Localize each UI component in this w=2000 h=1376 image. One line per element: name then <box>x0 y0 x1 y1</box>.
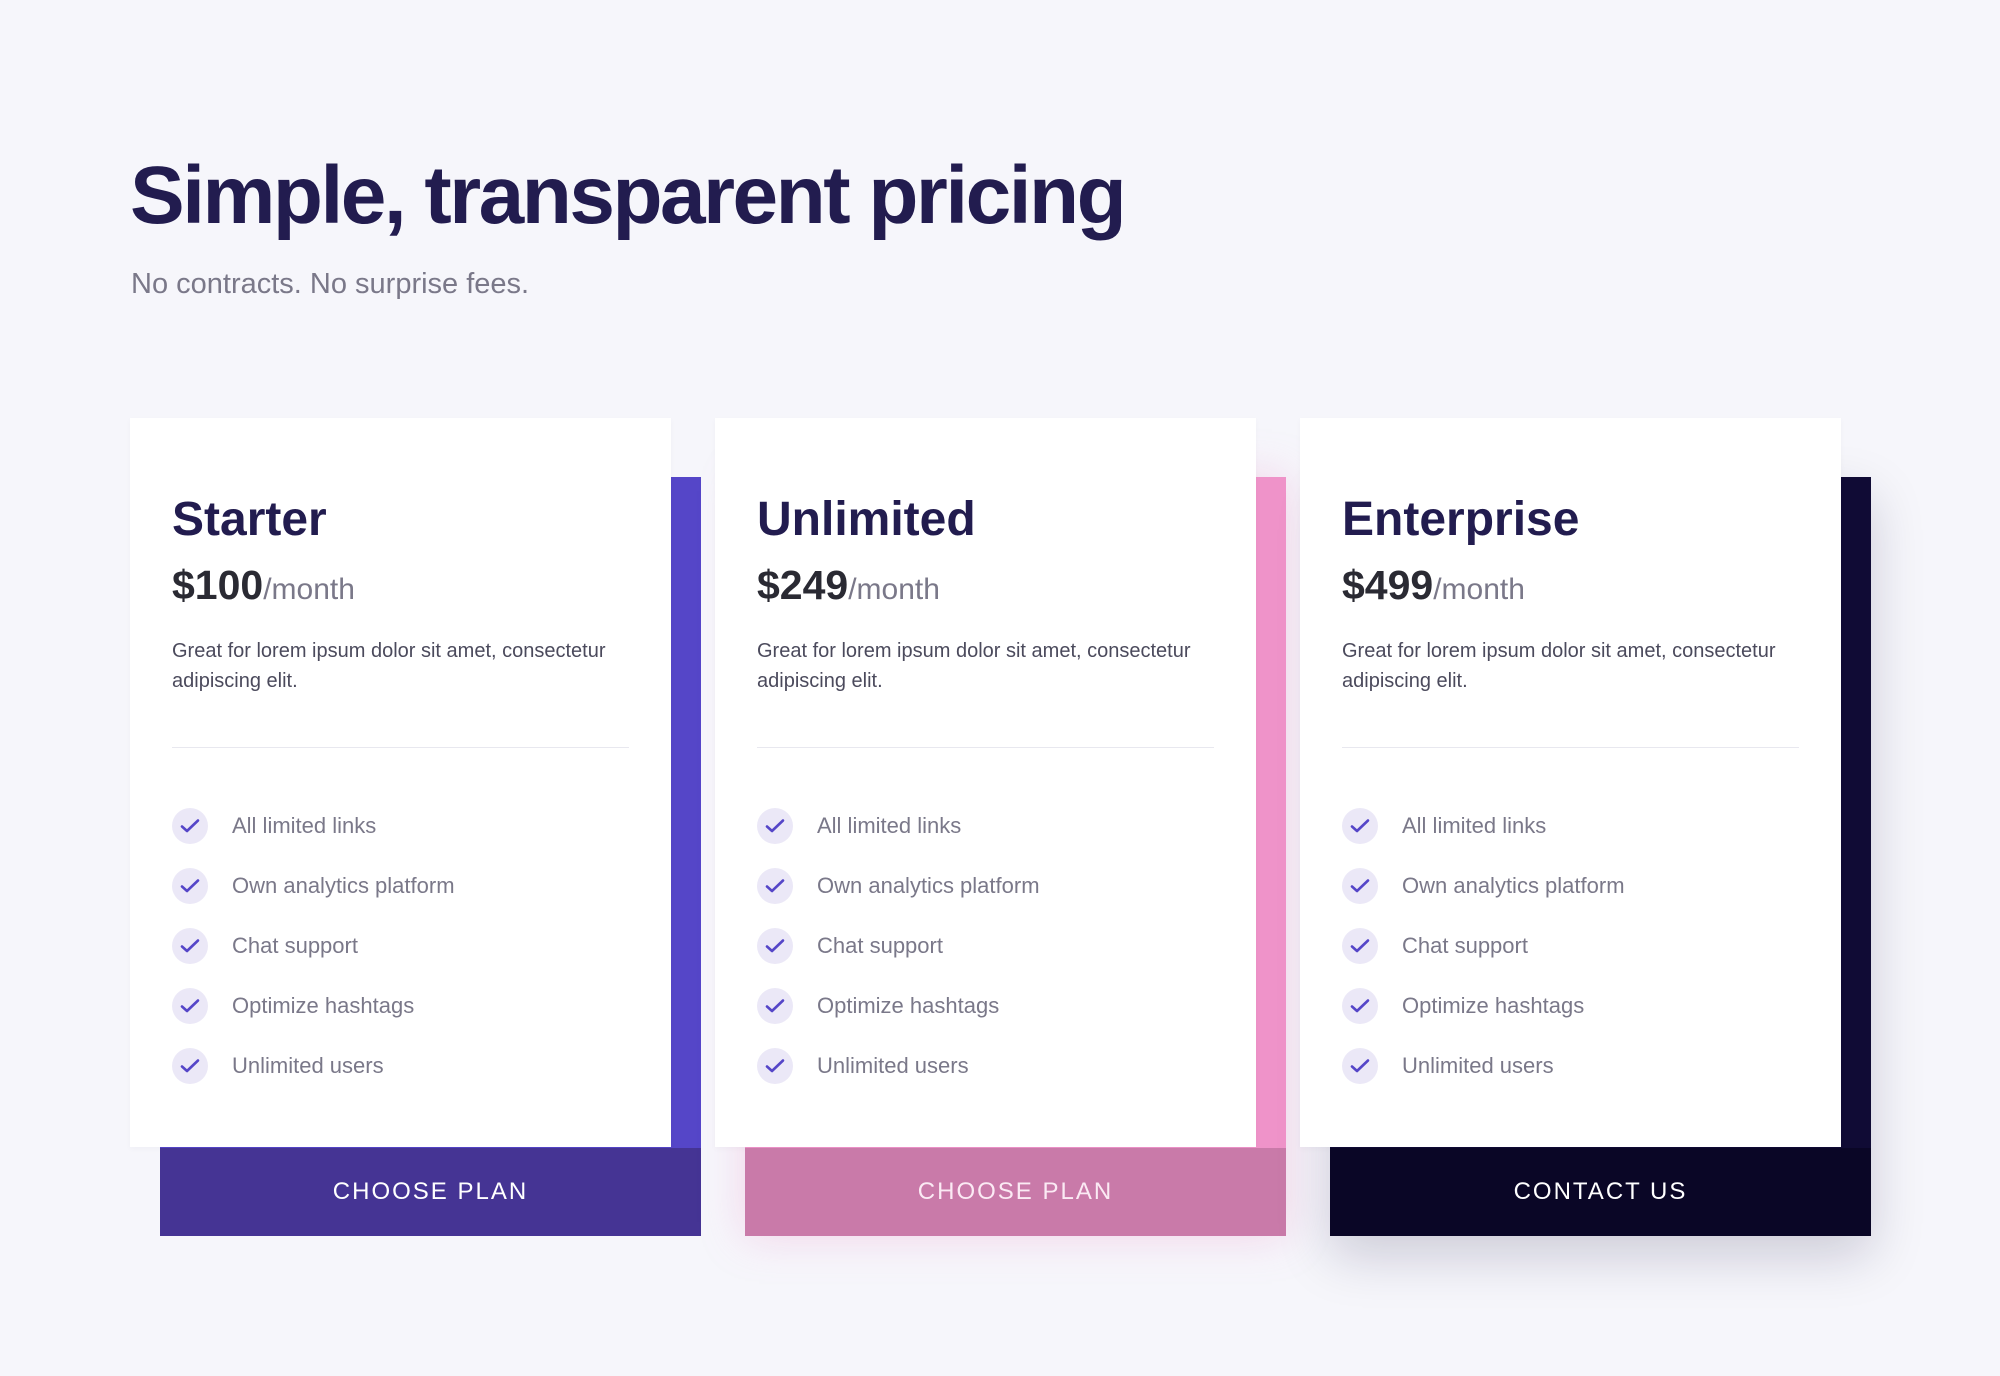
plan-name: Starter <box>172 493 327 546</box>
feature-label: All limited links <box>817 813 962 838</box>
feature-label: Optimize hashtags <box>1402 993 1585 1018</box>
feature-item: Chat support <box>1342 916 1625 976</box>
check-icon <box>172 868 208 904</box>
pricing-plan-starter: Starter $100/month Great for lorem ipsum… <box>130 418 701 1236</box>
check-icon <box>757 928 793 964</box>
feature-label: Chat support <box>817 933 943 958</box>
feature-item: Own analytics platform <box>757 856 1040 916</box>
page-title: Simple, transparent pricing <box>130 150 1127 241</box>
feature-item: Optimize hashtags <box>172 976 455 1036</box>
price-period: /month <box>263 573 355 606</box>
feature-item: Unlimited users <box>757 1036 1040 1096</box>
feature-list: All limited links Own analytics platform… <box>1342 796 1625 1096</box>
feature-label: All limited links <box>1402 813 1547 838</box>
choose-plan-button[interactable]: CHOOSE PLAN <box>745 1148 1286 1236</box>
plan-description: Great for lorem ipsum dolor sit amet, co… <box>757 640 1191 692</box>
feature-item: Own analytics platform <box>172 856 455 916</box>
feature-label: Own analytics platform <box>817 873 1040 898</box>
feature-item: Unlimited users <box>172 1036 455 1096</box>
plan-price: $499/month <box>1342 560 1525 615</box>
feature-label: Unlimited users <box>232 1053 384 1078</box>
feature-item: All limited links <box>1342 796 1625 856</box>
plan-divider <box>172 747 629 748</box>
price-amount: $249 <box>757 562 849 608</box>
feature-label: Chat support <box>232 933 358 958</box>
feature-item: Unlimited users <box>1342 1036 1625 1096</box>
pricing-plan-enterprise: Enterprise $499/month Great for lorem ip… <box>1300 418 1871 1236</box>
plan-divider <box>1342 747 1799 748</box>
feature-label: Own analytics platform <box>232 873 455 898</box>
feature-item: Optimize hashtags <box>757 976 1040 1036</box>
feature-label: Optimize hashtags <box>232 993 415 1018</box>
feature-item: Chat support <box>757 916 1040 976</box>
check-icon <box>1342 1048 1378 1084</box>
plan-name: Enterprise <box>1342 493 1580 546</box>
plan-price: $249/month <box>757 560 940 615</box>
plan-description: Great for lorem ipsum dolor sit amet, co… <box>1342 640 1776 692</box>
feature-label: Own analytics platform <box>1402 873 1625 898</box>
check-icon <box>172 988 208 1024</box>
choose-plan-button[interactable]: CHOOSE PLAN <box>160 1148 701 1236</box>
plan-name: Unlimited <box>757 493 976 546</box>
price-amount: $499 <box>1342 562 1434 608</box>
feature-item: Own analytics platform <box>1342 856 1625 916</box>
check-icon <box>757 868 793 904</box>
pricing-plan-unlimited: Unlimited $249/month Great for lorem ips… <box>715 418 1286 1236</box>
check-icon <box>757 1048 793 1084</box>
page-subtitle: No contracts. No surprise fees. <box>131 268 530 300</box>
check-icon <box>1342 808 1378 844</box>
plan-divider <box>757 747 1214 748</box>
check-icon <box>757 808 793 844</box>
price-period: /month <box>848 573 940 606</box>
plan-description: Great for lorem ipsum dolor sit amet, co… <box>172 640 606 692</box>
check-icon <box>172 1048 208 1084</box>
check-icon <box>172 808 208 844</box>
feature-item: Chat support <box>172 916 455 976</box>
feature-item: All limited links <box>172 796 455 856</box>
plan-card: Enterprise $499/month Great for lorem ip… <box>1300 418 1841 1147</box>
plan-card: Starter $100/month Great for lorem ipsum… <box>130 418 671 1147</box>
plan-price: $100/month <box>172 560 355 615</box>
check-icon <box>1342 928 1378 964</box>
price-amount: $100 <box>172 562 264 608</box>
feature-label: Chat support <box>1402 933 1528 958</box>
feature-list: All limited links Own analytics platform… <box>757 796 1040 1096</box>
feature-label: Optimize hashtags <box>817 993 1000 1018</box>
check-icon <box>757 988 793 1024</box>
check-icon <box>1342 988 1378 1024</box>
feature-item: Optimize hashtags <box>1342 976 1625 1036</box>
plan-card: Unlimited $249/month Great for lorem ips… <box>715 418 1256 1147</box>
contact-us-button[interactable]: CONTACT US <box>1330 1148 1871 1236</box>
feature-list: All limited links Own analytics platform… <box>172 796 455 1096</box>
feature-label: Unlimited users <box>817 1053 969 1078</box>
feature-item: All limited links <box>757 796 1040 856</box>
check-icon <box>1342 868 1378 904</box>
feature-label: Unlimited users <box>1402 1053 1554 1078</box>
price-period: /month <box>1433 573 1525 606</box>
check-icon <box>172 928 208 964</box>
feature-label: All limited links <box>232 813 377 838</box>
